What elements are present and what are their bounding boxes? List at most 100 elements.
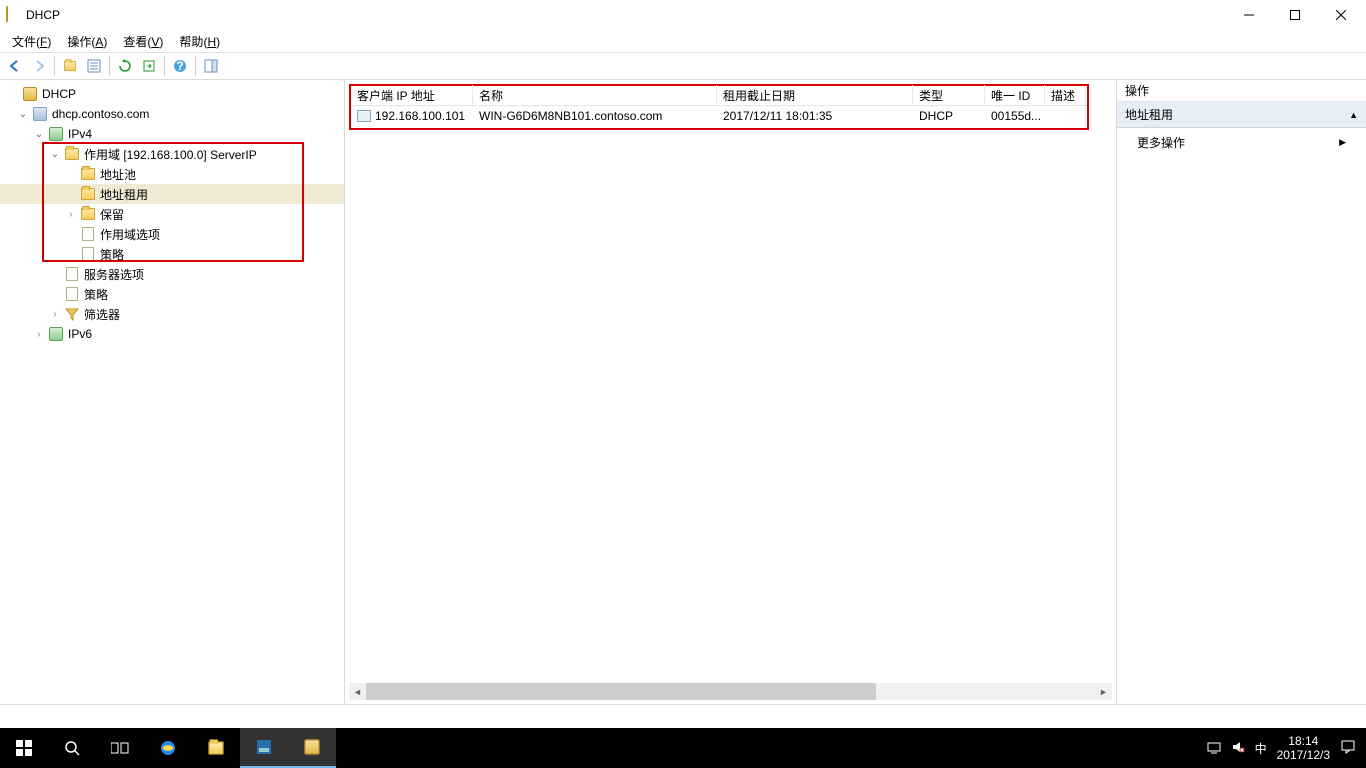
tree-node-policies-server[interactable]: ▶ 策略 bbox=[0, 284, 344, 304]
minimize-button[interactable] bbox=[1226, 0, 1272, 30]
cell-description bbox=[1045, 114, 1085, 118]
tree-label: dhcp.contoso.com bbox=[52, 107, 149, 121]
back-button[interactable] bbox=[4, 55, 26, 77]
tree-label: 作用域选项 bbox=[100, 226, 160, 243]
expander-icon[interactable]: › bbox=[64, 207, 78, 221]
tree-node-reservations[interactable]: › 保留 bbox=[0, 204, 344, 224]
system-tray[interactable]: 中 18:14 2017/12/3 bbox=[1197, 734, 1366, 763]
tree-node-scope-options[interactable]: ▶ 作用域选项 bbox=[0, 224, 344, 244]
taskbar: 中 18:14 2017/12/3 bbox=[0, 728, 1366, 768]
tree-node-dhcp-root[interactable]: ▶ DHCP bbox=[0, 84, 344, 104]
list-header: 客户端 IP 地址 名称 租用截止日期 类型 唯一 ID 描述 bbox=[351, 86, 1087, 106]
workspace: ▶ DHCP ⌄ dhcp.contoso.com ⌄ IPv4 ⌄ 作用域 [… bbox=[0, 80, 1366, 705]
expander-icon[interactable]: › bbox=[32, 327, 46, 341]
expander-icon[interactable]: › bbox=[48, 307, 62, 321]
taskbar-app-dhcp[interactable] bbox=[288, 728, 336, 768]
add-item-button[interactable] bbox=[59, 55, 81, 77]
clock-date: 2017/12/3 bbox=[1277, 748, 1330, 762]
tree-node-ipv4[interactable]: ⌄ IPv4 bbox=[0, 124, 344, 144]
toolbar-separator bbox=[195, 56, 196, 76]
properties-button[interactable] bbox=[83, 55, 105, 77]
menu-help[interactable]: 帮助(H) bbox=[171, 31, 228, 52]
filter-icon bbox=[64, 306, 80, 322]
tree-label: 地址池 bbox=[100, 166, 136, 183]
help-button[interactable]: ? bbox=[169, 55, 191, 77]
cell-name: WIN-G6D6M8NB101.contoso.com bbox=[473, 107, 717, 125]
doc-icon bbox=[80, 246, 96, 262]
scroll-thumb[interactable] bbox=[366, 683, 876, 700]
action-center-icon[interactable] bbox=[1340, 739, 1356, 758]
tree-label: 策略 bbox=[84, 286, 108, 303]
taskbar-app-server-manager[interactable] bbox=[240, 728, 288, 768]
expander-icon[interactable]: ⌄ bbox=[16, 107, 30, 121]
horizontal-scrollbar[interactable]: ◄ ► bbox=[349, 683, 1112, 700]
computer-icon bbox=[357, 110, 371, 122]
folder-icon bbox=[80, 166, 96, 182]
action-more-operations[interactable]: 更多操作 ▶ bbox=[1117, 128, 1366, 157]
collapse-icon[interactable]: ▲ bbox=[1349, 110, 1358, 120]
expander-icon[interactable]: ⌄ bbox=[48, 147, 62, 161]
maximize-button[interactable] bbox=[1272, 0, 1318, 30]
action-section-title[interactable]: 地址租用 ▲ bbox=[1117, 102, 1366, 128]
svg-text:?: ? bbox=[176, 59, 183, 73]
doc-icon bbox=[64, 286, 80, 302]
tree-node-address-pool[interactable]: ▶ 地址池 bbox=[0, 164, 344, 184]
search-button[interactable] bbox=[48, 728, 96, 768]
tree-node-address-leases[interactable]: ▶ 地址租用 bbox=[0, 184, 344, 204]
close-button[interactable] bbox=[1318, 0, 1364, 30]
ipv4-icon bbox=[48, 126, 64, 142]
forward-button[interactable] bbox=[28, 55, 50, 77]
menu-file[interactable]: 文件(F) bbox=[4, 31, 59, 52]
toolbar-separator bbox=[164, 56, 165, 76]
column-name[interactable]: 名称 bbox=[473, 85, 717, 106]
scroll-right-button[interactable]: ► bbox=[1095, 683, 1112, 700]
tree-node-scope[interactable]: ⌄ 作用域 [192.168.100.0] ServerIP bbox=[0, 144, 344, 164]
column-description[interactable]: 描述 bbox=[1045, 85, 1085, 106]
expander-icon[interactable]: ⌄ bbox=[32, 127, 46, 141]
ipv6-icon bbox=[48, 326, 64, 342]
dhcp-icon bbox=[22, 86, 38, 102]
cell-type: DHCP bbox=[913, 107, 985, 125]
taskbar-app-ie[interactable] bbox=[144, 728, 192, 768]
tree-node-policies[interactable]: ▶ 策略 bbox=[0, 244, 344, 264]
clock[interactable]: 18:14 2017/12/3 bbox=[1277, 734, 1330, 763]
action-pane-header: 操作 bbox=[1117, 80, 1366, 102]
tree-label: IPv6 bbox=[68, 327, 92, 341]
refresh-button[interactable] bbox=[114, 55, 136, 77]
menu-view[interactable]: 查看(V) bbox=[115, 31, 171, 52]
tree-node-filters[interactable]: › 筛选器 bbox=[0, 304, 344, 324]
doc-icon bbox=[64, 266, 80, 282]
tree-node-server[interactable]: ⌄ dhcp.contoso.com bbox=[0, 104, 344, 124]
column-type[interactable]: 类型 bbox=[913, 85, 985, 106]
dhcp-app-icon bbox=[6, 7, 22, 23]
menubar: 文件(F) 操作(A) 查看(V) 帮助(H) bbox=[0, 30, 1366, 52]
menu-action[interactable]: 操作(A) bbox=[59, 31, 115, 52]
tree-label: 地址租用 bbox=[100, 186, 148, 203]
folder-icon bbox=[80, 206, 96, 222]
list-pane: 客户端 IP 地址 名称 租用截止日期 类型 唯一 ID 描述 192.168.… bbox=[345, 80, 1116, 704]
tree-label: 策略 bbox=[100, 246, 124, 263]
scroll-left-button[interactable]: ◄ bbox=[349, 683, 366, 700]
tree-node-ipv6[interactable]: › IPv6 bbox=[0, 324, 344, 344]
network-icon[interactable] bbox=[1207, 740, 1221, 757]
column-unique-id[interactable]: 唯一 ID bbox=[985, 85, 1045, 106]
task-view-button[interactable] bbox=[96, 728, 144, 768]
cell-client-ip: 192.168.100.101 bbox=[351, 107, 473, 125]
window-title: DHCP bbox=[26, 8, 60, 22]
show-hide-actionpane-button[interactable] bbox=[200, 55, 222, 77]
tree-pane[interactable]: ▶ DHCP ⌄ dhcp.contoso.com ⌄ IPv4 ⌄ 作用域 [… bbox=[0, 80, 345, 704]
cell-lease-expiry: 2017/12/11 18:01:35 bbox=[717, 107, 913, 125]
taskbar-app-explorer[interactable] bbox=[192, 728, 240, 768]
list-view[interactable]: 客户端 IP 地址 名称 租用截止日期 类型 唯一 ID 描述 192.168.… bbox=[349, 84, 1089, 130]
tree-label: DHCP bbox=[42, 87, 76, 101]
column-lease-expiry[interactable]: 租用截止日期 bbox=[717, 85, 913, 106]
export-button[interactable] bbox=[138, 55, 160, 77]
volume-icon[interactable] bbox=[1231, 740, 1245, 757]
tree-node-server-options[interactable]: ▶ 服务器选项 bbox=[0, 264, 344, 284]
ime-indicator[interactable]: 中 bbox=[1255, 740, 1267, 757]
window-titlebar: DHCP bbox=[0, 0, 1366, 30]
start-button[interactable] bbox=[0, 728, 48, 768]
toolbar-separator bbox=[109, 56, 110, 76]
column-client-ip[interactable]: 客户端 IP 地址 bbox=[351, 85, 473, 106]
table-row[interactable]: 192.168.100.101 WIN-G6D6M8NB101.contoso.… bbox=[351, 106, 1087, 126]
